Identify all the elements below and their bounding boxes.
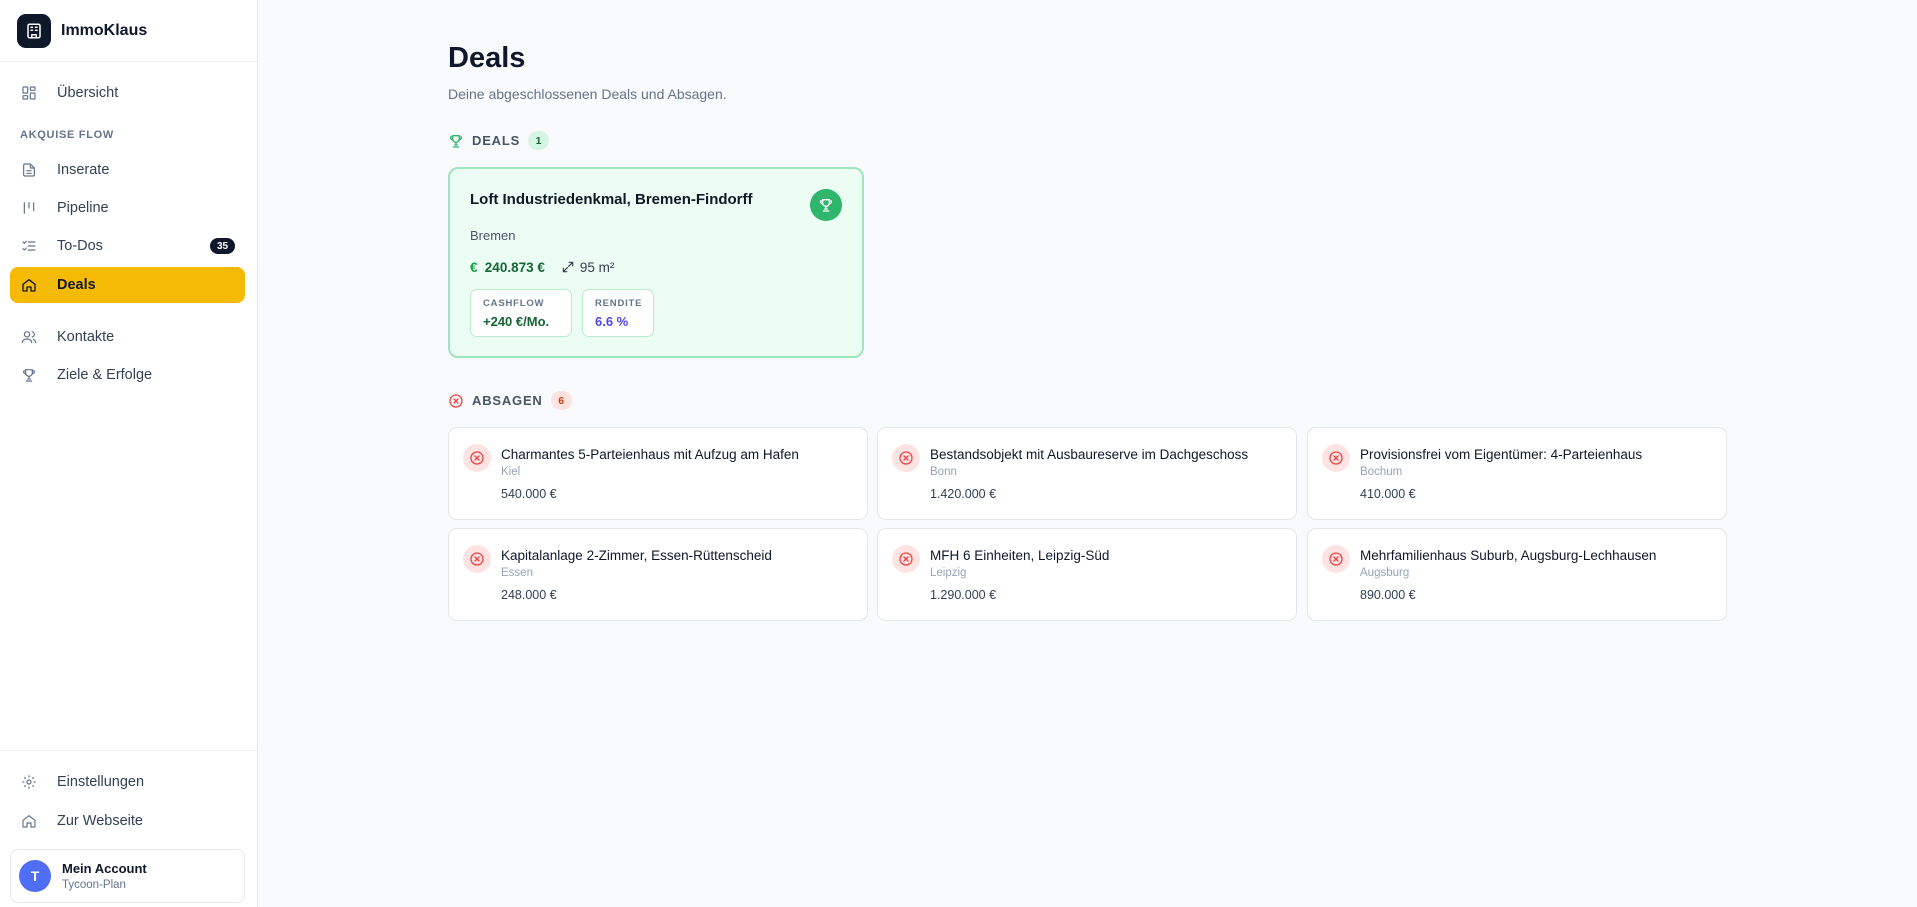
rejection-card[interactable]: Mehrfamilienhaus Suburb, Augsburg-Lechha… (1307, 528, 1727, 621)
rejection-card[interactable]: MFH 6 Einheiten, Leipzig-Süd Leipzig 1.2… (877, 528, 1297, 621)
rejection-card[interactable]: Bestandsobjekt mit Ausbaureserve im Dach… (877, 427, 1297, 520)
trophy-icon (20, 366, 38, 384)
x-circle-icon (892, 444, 920, 472)
rejections-section-header: ABSAGEN 6 (448, 391, 572, 410)
sidebar-item-label: Ziele & Erfolge (57, 367, 153, 383)
rejection-price: 1.290.000 € (930, 588, 997, 602)
rejection-price: 410.000 € (1360, 487, 1416, 501)
deals-section-title: DEALS (472, 133, 521, 148)
cashflow-label: CASHFLOW (483, 298, 545, 309)
euro-icon: € (470, 259, 478, 275)
page-title: Deals (448, 42, 526, 74)
deals-section-header: DEALS 1 (448, 131, 550, 150)
x-circle-icon (1322, 444, 1350, 472)
trophy-icon (448, 133, 464, 149)
deal-city: Bremen (470, 228, 516, 243)
sidebar-item-label: Zur Webseite (57, 813, 143, 829)
app-name: ImmoKlaus (61, 21, 148, 39)
home-icon (20, 276, 38, 294)
rejection-title: Bestandsobjekt mit Ausbaureserve im Dach… (930, 447, 1249, 462)
sidebar-item-deals[interactable]: Deals (10, 267, 245, 303)
deal-title: Loft Industriedenkmal, Bremen-Findorff (470, 191, 753, 208)
rejection-title: MFH 6 Einheiten, Leipzig-Süd (930, 548, 1110, 563)
cashflow-value: +240 €/Mo. (483, 314, 550, 329)
sidebar-item-ziele[interactable]: Ziele & Erfolge (10, 357, 245, 393)
rejection-city: Bochum (1360, 466, 1403, 478)
sidebar-item-webseite[interactable]: Zur Webseite (10, 803, 245, 839)
trophy-icon (810, 189, 842, 221)
rendite-label: RENDITE (595, 298, 643, 309)
sidebar-item-einstellungen[interactable]: Einstellungen (10, 764, 245, 800)
pipeline-icon (20, 199, 38, 217)
rejection-card[interactable]: Charmantes 5-Parteienhaus mit Aufzug am … (448, 427, 868, 520)
rejection-city: Essen (501, 567, 533, 579)
sidebar-item-label: Deals (57, 277, 96, 293)
deal-card[interactable]: Loft Industriedenkmal, Bremen-Findorff B… (448, 167, 864, 358)
deal-area: 95 m² (579, 259, 615, 275)
rejection-city: Augsburg (1360, 567, 1410, 579)
x-circle-icon (463, 545, 491, 573)
todo-count-badge: 35 (210, 238, 235, 254)
rejection-card[interactable]: Kapitalanlage 2-Zimmer, Essen-Rüttensche… (448, 528, 868, 621)
x-circle-icon (448, 393, 464, 409)
grid-icon (20, 84, 38, 102)
sidebar-item-label: Pipeline (57, 200, 109, 216)
rejection-city: Leipzig (930, 567, 967, 579)
rejection-card[interactable]: Provisionsfrei vom Eigentümer: 4-Parteie… (1307, 427, 1727, 520)
sidebar: ImmoKlaus Übersicht AKQUISE FLOW Inserat… (0, 0, 258, 907)
rejection-city: Bonn (930, 466, 957, 478)
rejection-price: 248.000 € (501, 588, 557, 602)
sidebar-item-label: Inserate (57, 162, 110, 178)
rendite-metric: RENDITE 6.6 % (582, 289, 654, 337)
rejection-title: Charmantes 5-Parteienhaus mit Aufzug am … (501, 447, 799, 462)
document-icon (20, 161, 38, 179)
brand[interactable]: ImmoKlaus (0, 0, 257, 62)
gear-icon (20, 773, 38, 791)
rejections-section-title: ABSAGEN (472, 393, 543, 408)
page-subtitle: Deine abgeschlossenen Deals und Absagen. (448, 86, 727, 102)
expand-icon (561, 260, 575, 274)
rejection-title: Mehrfamilienhaus Suburb, Augsburg-Lechha… (1360, 548, 1657, 563)
cashflow-metric: CASHFLOW +240 €/Mo. (470, 289, 572, 337)
x-circle-icon (463, 444, 491, 472)
sidebar-item-todos[interactable]: To-Dos 35 (10, 228, 245, 264)
home-icon (20, 812, 38, 830)
sidebar-item-overview[interactable]: Übersicht (10, 75, 245, 111)
rejection-price: 540.000 € (501, 487, 557, 501)
sidebar-item-pipeline[interactable]: Pipeline (10, 190, 245, 226)
rejection-price: 890.000 € (1360, 588, 1416, 602)
avatar: T (19, 860, 51, 892)
sidebar-item-label: Übersicht (57, 85, 119, 101)
sidebar-item-label: To-Dos (57, 238, 103, 254)
building-icon (17, 13, 51, 48)
account-name: Mein Account (62, 861, 147, 876)
rejection-title: Provisionsfrei vom Eigentümer: 4-Parteie… (1360, 447, 1643, 462)
deals-count-badge: 1 (528, 131, 550, 150)
account-plan: Tycoon-Plan (62, 879, 126, 891)
rejections-count-badge: 6 (550, 391, 572, 410)
x-circle-icon (1322, 545, 1350, 573)
sidebar-item-label: Kontakte (57, 329, 115, 345)
deal-price: 240.873 € (484, 259, 545, 275)
deal-price-row: € 240.873 € 95 m² (470, 259, 614, 275)
section-label: AKQUISE FLOW (20, 129, 114, 141)
sidebar-item-inserate[interactable]: Inserate (10, 152, 245, 188)
x-circle-icon (892, 545, 920, 573)
users-icon (20, 328, 38, 346)
sidebar-item-kontakte[interactable]: Kontakte (10, 319, 245, 355)
rejection-price: 1.420.000 € (930, 487, 997, 501)
divider (0, 750, 258, 751)
account-menu[interactable]: T Mein Account Tycoon-Plan (10, 849, 245, 903)
rendite-value: 6.6 % (595, 314, 629, 329)
rejection-city: Kiel (501, 466, 521, 478)
checklist-icon (20, 237, 38, 255)
rejection-title: Kapitalanlage 2-Zimmer, Essen-Rüttensche… (501, 548, 772, 563)
sidebar-item-label: Einstellungen (57, 774, 145, 790)
